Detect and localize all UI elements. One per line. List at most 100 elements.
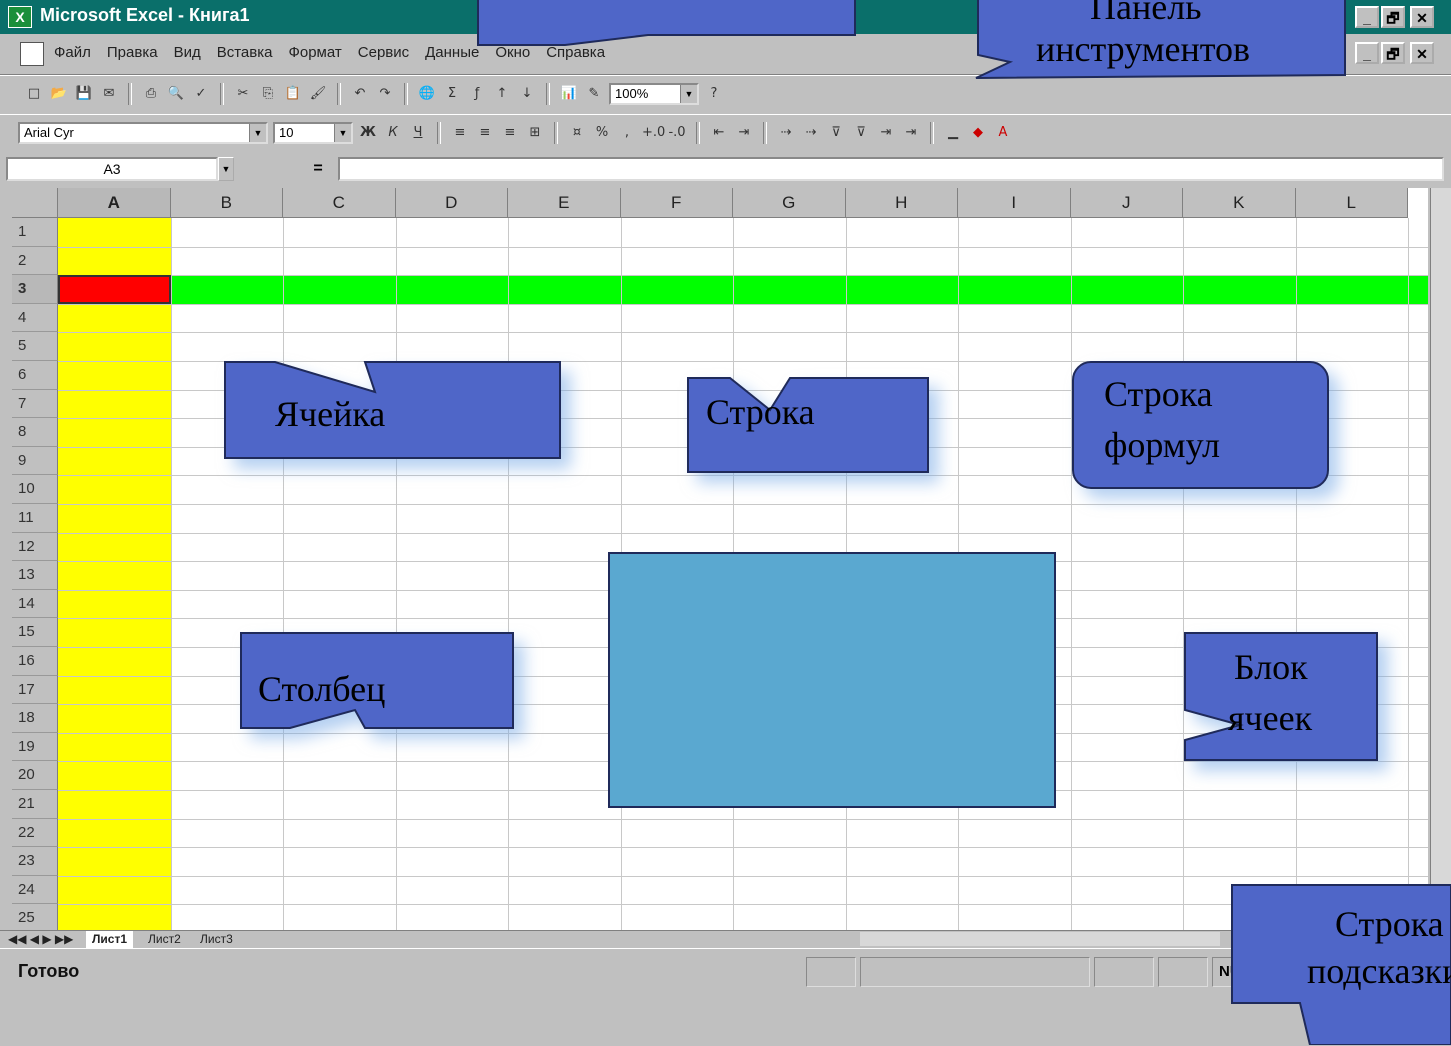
menu-tools[interactable]: Сервис [358,44,409,61]
menu-edit[interactable]: Правка [107,44,158,61]
worksheet-grid[interactable]: A B C D E F G H I J K L 1 2 3 4 5 6 7 8 9 10 11 12 13 14 15 16 17 18 1… [12,188,1428,930]
row-header-21[interactable]: 21 [12,790,58,819]
chevron-down-icon[interactable]: ▼ [249,124,266,142]
row-header-25[interactable]: 25 [12,904,58,930]
row-header-9[interactable]: 9 [12,446,58,476]
row-header-17[interactable]: 17 [12,675,58,705]
tab-nav-arrows-icon[interactable]: ◀◀ ◀ ▶ ▶▶ [8,931,73,948]
undo-icon[interactable]: ↶ [350,84,370,104]
row-header-3[interactable]: 3 [12,275,58,304]
group-icon[interactable]: ⇥ [876,123,896,143]
filter-icon[interactable]: ⊽ [851,123,871,143]
column-header-I[interactable]: I [958,188,1071,218]
column-header-B[interactable]: B [170,188,283,218]
print-preview-icon[interactable]: 🔍 [166,84,186,104]
open-icon[interactable]: 📂 [49,84,69,104]
help-icon[interactable]: ? [704,84,724,104]
column-header-K[interactable]: K [1183,188,1296,218]
row-header-20[interactable]: 20 [12,761,58,790]
borders-icon[interactable]: ▁ [943,123,963,143]
column-header-L[interactable]: L [1295,188,1408,218]
increase-decimal-icon[interactable]: +.0 [642,123,665,143]
trace-dependents-icon[interactable]: ⇢ [801,123,821,143]
new-file-icon[interactable]: □ [24,84,44,104]
chevron-down-icon[interactable]: ▼ [218,157,234,181]
percent-button[interactable]: % [592,123,612,143]
column-header-E[interactable]: E [508,188,621,218]
bold-button[interactable]: Ж [358,123,378,143]
row-header-12[interactable]: 12 [12,532,58,562]
doc-close-button[interactable]: ✕ [1410,42,1434,64]
column-header-J[interactable]: J [1070,188,1183,218]
menu-help[interactable]: Справка [546,44,605,61]
mail-icon[interactable]: ✉ [99,84,119,104]
chevron-down-icon[interactable]: ▼ [334,124,351,142]
row-header-1[interactable]: 1 [12,218,58,247]
row-header-5[interactable]: 5 [12,332,58,361]
menu-data[interactable]: Данные [425,44,479,61]
align-left-icon[interactable]: ≡ [450,123,470,143]
align-center-icon[interactable]: ≡ [475,123,495,143]
menu-format[interactable]: Формат [288,44,341,61]
chart-wizard-icon[interactable]: 📊 [559,84,579,104]
menu-insert[interactable]: Вставка [217,44,273,61]
doc-restore-button[interactable]: 🗗 [1381,42,1405,64]
save-icon[interactable]: 💾 [74,84,94,104]
font-color-icon[interactable]: A [993,123,1013,143]
column-header-H[interactable]: H [845,188,958,218]
vertical-scrollbar[interactable] [1430,188,1451,930]
select-all-corner[interactable] [12,188,58,218]
row-header-8[interactable]: 8 [12,418,58,447]
row-header-10[interactable]: 10 [12,475,58,504]
row-header-18[interactable]: 18 [12,704,58,733]
column-header-F[interactable]: F [620,188,733,218]
row-header-16[interactable]: 16 [12,647,58,676]
sort-desc-icon[interactable]: ↓ [517,84,537,104]
zoom-select[interactable]: 100% ▼ [609,83,699,105]
currency-icon[interactable]: ¤ [567,123,587,143]
cut-icon[interactable]: ✂ [233,84,253,104]
decrease-indent-icon[interactable]: ⇤ [709,123,729,143]
restore-button[interactable]: 🗗 [1381,6,1405,28]
row-header-15[interactable]: 15 [12,618,58,647]
excel-icon[interactable]: X [8,6,32,28]
tab-sheet3[interactable]: Лист3 [200,931,233,948]
row-header-2[interactable]: 2 [12,246,58,276]
row-header-4[interactable]: 4 [12,303,58,333]
doc-minimize-button[interactable]: _ [1355,42,1379,64]
active-cell[interactable] [58,275,171,304]
row-header-6[interactable]: 6 [12,361,58,390]
horizontal-scrollbar[interactable] [860,932,1220,946]
chevron-down-icon[interactable]: ▼ [680,85,697,103]
paste-icon[interactable]: 📋 [283,84,303,104]
row-header-24[interactable]: 24 [12,875,58,905]
row-header-7[interactable]: 7 [12,389,58,419]
document-icon[interactable] [20,42,44,66]
function-icon[interactable]: ƒ [467,84,487,104]
row-header-13[interactable]: 13 [12,561,58,590]
increase-indent-icon[interactable]: ⇥ [734,123,754,143]
row-header-19[interactable]: 19 [12,732,58,762]
font-size-select[interactable]: 10 ▼ [273,122,353,144]
row-header-23[interactable]: 23 [12,847,58,876]
hyperlink-icon[interactable]: 🌐 [417,84,437,104]
autosum-icon[interactable]: Σ [442,84,462,104]
thousands-icon[interactable]: , [617,123,637,143]
ungroup-icon[interactable]: ⇥ [901,123,921,143]
column-header-A[interactable]: A [58,188,171,218]
spelling-icon[interactable]: ✓ [191,84,211,104]
font-select[interactable]: Arial Cyr ▼ [18,122,268,144]
name-box[interactable]: A3 [6,157,218,181]
edit-formula-button[interactable]: = [300,157,336,181]
copy-icon[interactable]: ⎘ [258,84,278,104]
print-icon[interactable]: ⎙ [141,84,161,104]
redo-icon[interactable]: ↷ [375,84,395,104]
sort-asc-icon[interactable]: ↑ [492,84,512,104]
menu-file[interactable]: Файл [54,44,91,61]
column-header-G[interactable]: G [733,188,846,218]
align-right-icon[interactable]: ≡ [500,123,520,143]
decrease-decimal-icon[interactable]: -.0 [667,123,687,143]
row-header-22[interactable]: 22 [12,818,58,848]
formula-input[interactable] [338,157,1444,181]
row-header-11[interactable]: 11 [12,504,58,533]
